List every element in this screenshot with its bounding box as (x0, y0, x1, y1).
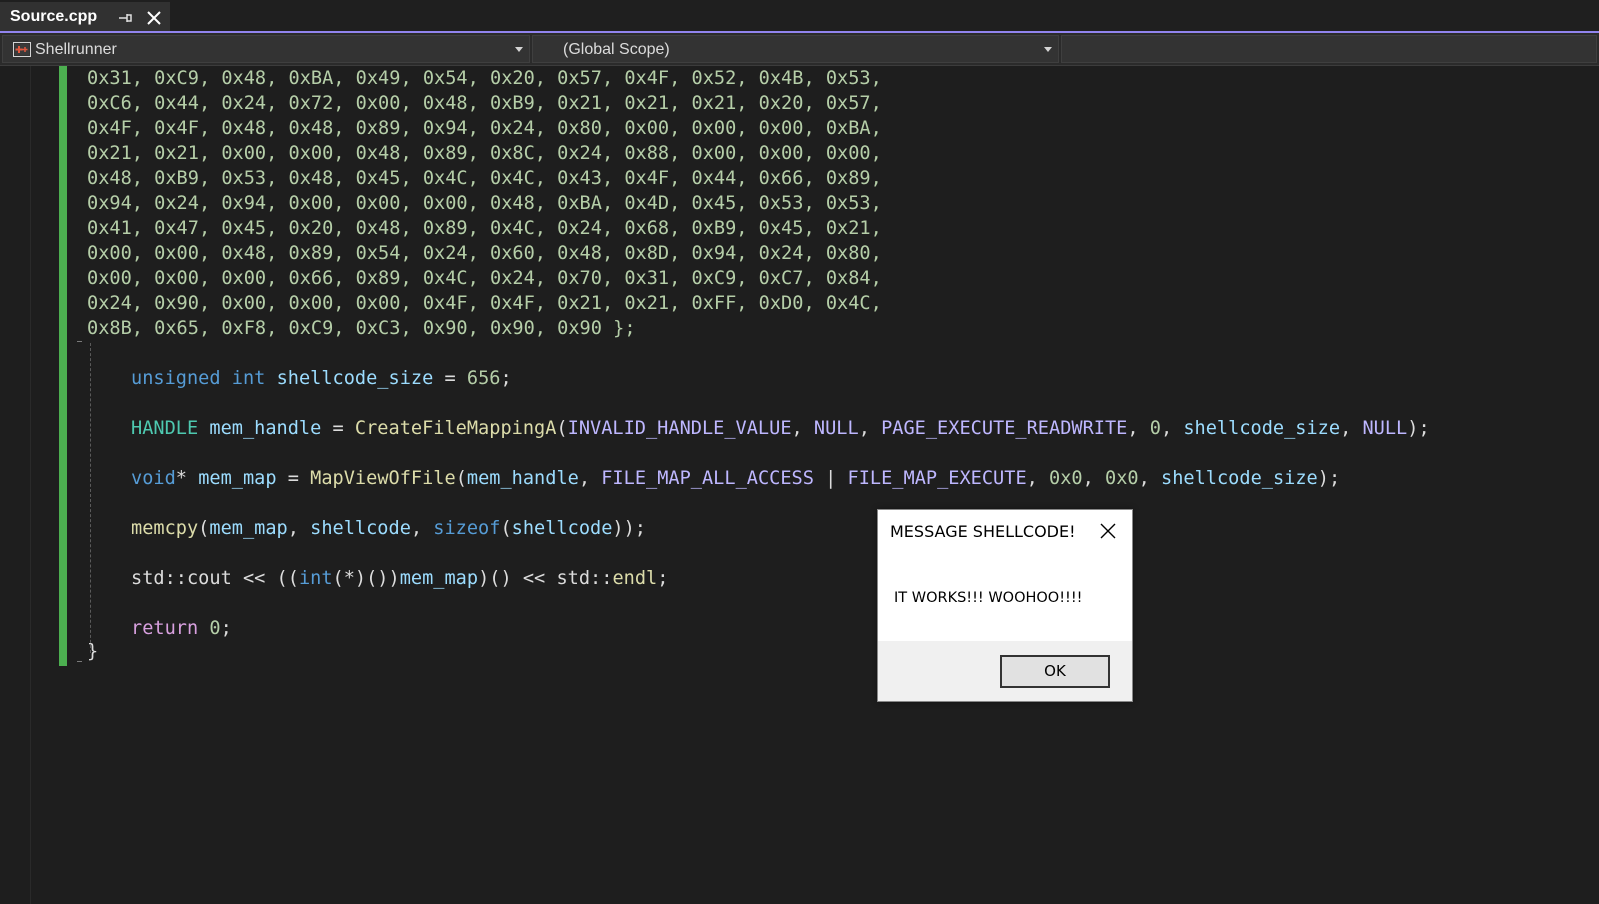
macro: FILE_MAP_ALL_ACCESS (601, 468, 814, 489)
code-line-cout: std::cout << ((int(*)())mem_map)() << st… (131, 566, 668, 591)
variable: shellcode_size (1161, 468, 1318, 489)
keyword: return (131, 618, 199, 639)
number: 0x0 (1105, 468, 1139, 489)
code-line-hex: 0x21, 0x21, 0x00, 0x00, 0x48, 0x89, 0x8C… (87, 143, 882, 164)
outline-marker (77, 661, 82, 662)
punct: :: (590, 568, 613, 589)
punct: * (175, 468, 187, 489)
keyword: unsigned (131, 368, 221, 389)
identifier: cout (186, 568, 232, 589)
pin-icon[interactable] (116, 10, 134, 26)
code-line-hex: 0x31, 0xC9, 0x48, 0xBA, 0x49, 0x54, 0x20… (87, 68, 882, 89)
macro: PAGE_EXECUTE_READWRITE (881, 418, 1128, 439)
indent-guide (90, 343, 91, 653)
code-line-hex: 0x4F, 0x4F, 0x48, 0x48, 0x89, 0x94, 0x24… (87, 118, 882, 139)
code-line-memcpy: memcpy(mem_map, shellcode, sizeof(shellc… (131, 518, 646, 539)
function: CreateFileMappingA (354, 418, 557, 439)
punct: ; (657, 568, 669, 589)
variable: shellcode_size (1183, 418, 1341, 439)
tab-title: Source.cpp (10, 8, 98, 25)
number: 0 (209, 618, 221, 639)
variable: mem_map (198, 468, 277, 489)
macro: FILE_MAP_EXECUTE (847, 468, 1027, 489)
chevron-down-icon (515, 47, 523, 52)
code-line-hex: 0x8B, 0x65, 0xF8, 0xC9, 0xC3, 0x90, 0x90… (87, 318, 636, 339)
scope-dropdown[interactable]: (Global Scope) (532, 35, 1059, 63)
code-line-return: return 0; (131, 616, 232, 641)
namespace: std (131, 568, 165, 589)
variable: mem_handle (466, 468, 579, 489)
operator: )() << (478, 568, 557, 589)
code-line-hex: 0x00, 0x00, 0x00, 0x66, 0x89, 0x4C, 0x24… (87, 268, 882, 289)
namespace: std (556, 568, 591, 589)
code-editor[interactable]: 0x31, 0xC9, 0x48, 0xBA, 0x49, 0x54, 0x20… (0, 66, 1599, 904)
operator: = (433, 368, 467, 389)
code-line-hex: 0x41, 0x47, 0x45, 0x20, 0x48, 0x89, 0x4C… (87, 218, 882, 239)
member-dropdown[interactable] (1061, 35, 1597, 63)
chevron-down-icon (1044, 47, 1052, 52)
variable: shellcode (511, 518, 613, 539)
macro: NULL (1362, 418, 1408, 439)
dialog-title: MESSAGE SHELLCODE! (890, 522, 1076, 541)
variable: shellcode_size (276, 368, 434, 389)
function: MapViewOfFile (310, 468, 456, 489)
keyword: int (231, 368, 266, 389)
punct: (*)()) (332, 568, 400, 589)
variable: mem_handle (209, 418, 322, 439)
punct: ( (556, 418, 568, 439)
punct: )); (612, 518, 646, 539)
punct: ; (220, 618, 232, 639)
dialog-message: IT WORKS!!! WOOHOO!!!! (894, 590, 1083, 606)
variable: mem_map (399, 568, 479, 589)
code-line-create-file-mapping: HANDLE mem_handle = CreateFileMappingA(I… (131, 418, 1430, 439)
code-line-shellcode-size: unsigned int shellcode_size = 656; (131, 366, 512, 391)
punct: ( (500, 518, 512, 539)
punct: ; (500, 368, 512, 389)
operator: << (( (231, 568, 299, 589)
keyword: int (298, 568, 333, 589)
punct: ( (198, 518, 210, 539)
ok-button[interactable]: OK (1000, 655, 1110, 688)
number: 0 (1149, 418, 1161, 439)
type: HANDLE (131, 418, 199, 439)
operator: = (276, 468, 311, 489)
close-icon[interactable] (1100, 523, 1116, 539)
code-line-closing-brace: } (87, 641, 99, 662)
punct: :: (164, 568, 187, 589)
code-line-hex: 0x94, 0x24, 0x94, 0x00, 0x00, 0x00, 0x48… (87, 193, 882, 214)
number: 656 (466, 368, 501, 389)
navigation-bar: Shellrunner (Global Scope) (0, 33, 1599, 66)
code-line-hex: 0xC6, 0x44, 0x24, 0x72, 0x00, 0x48, 0xB9… (87, 93, 882, 114)
operator: | (813, 468, 848, 489)
project-dropdown[interactable]: Shellrunner (2, 35, 530, 63)
tab-strip: Source.cpp (0, 0, 1599, 33)
variable: shellcode (310, 518, 411, 539)
keyword: void (131, 468, 176, 489)
variable: mem_map (209, 518, 288, 539)
macro: NULL (813, 418, 859, 439)
project-name: Shellrunner (35, 41, 117, 58)
scope-name: (Global Scope) (563, 41, 670, 58)
keyword: sizeof (433, 518, 501, 539)
function: memcpy (131, 518, 199, 539)
function: endl (612, 568, 658, 589)
macro: INVALID_HANDLE_VALUE (567, 418, 792, 439)
glyph-margin (0, 66, 31, 904)
punct: ); (1317, 468, 1341, 489)
code-line-hex: 0x24, 0x90, 0x00, 0x00, 0x00, 0x4F, 0x4F… (87, 293, 882, 314)
operator: = (321, 418, 355, 439)
code-line-hex: 0x00, 0x00, 0x48, 0x89, 0x54, 0x24, 0x60… (87, 243, 882, 264)
punct: ); (1407, 418, 1430, 439)
change-tracking-bar (59, 66, 67, 666)
number: 0x0 (1049, 468, 1083, 489)
punct: ( (455, 468, 467, 489)
outline-marker (77, 341, 82, 342)
cpp-project-icon (13, 42, 31, 57)
code-line-hex: 0x48, 0xB9, 0x53, 0x48, 0x45, 0x4C, 0x4C… (87, 168, 882, 189)
dialog-footer: OK (878, 641, 1132, 701)
tab-source-cpp[interactable]: Source.cpp (0, 0, 170, 31)
code-line-map-view: void* mem_map = MapViewOfFile(mem_handle… (131, 468, 1341, 489)
close-icon[interactable] (146, 10, 162, 26)
message-box-dialog: MESSAGE SHELLCODE! IT WORKS!!! WOOHOO!!!… (877, 509, 1133, 702)
